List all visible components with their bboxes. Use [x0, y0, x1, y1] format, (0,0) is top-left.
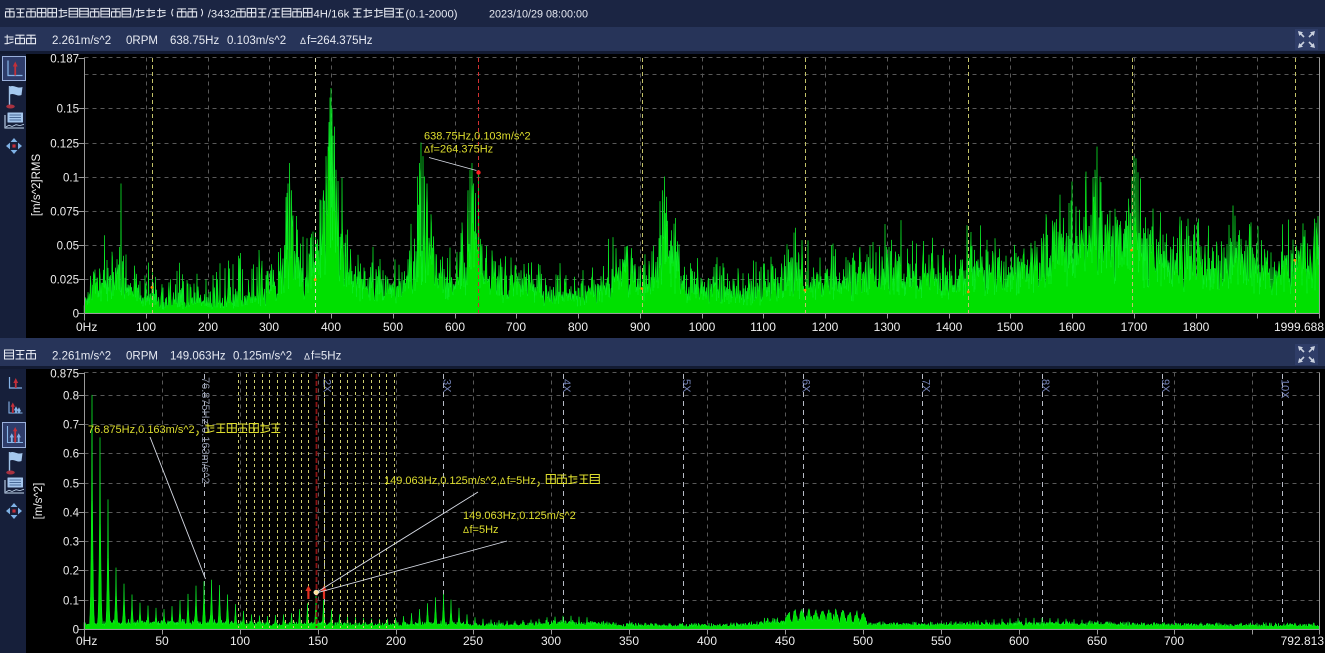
svg-text:76.875Hz,0.163m/s^2: 76.875Hz,0.163m/s^2	[199, 377, 211, 484]
svg-text:1200: 1200	[812, 320, 839, 334]
svg-text:9X: 9X	[1159, 379, 1171, 393]
svg-text:1400: 1400	[936, 320, 963, 334]
svg-text:f=264.375Hz: f=264.375Hz	[307, 35, 373, 47]
svg-text:1300: 1300	[874, 320, 901, 334]
svg-text:400: 400	[321, 320, 341, 334]
svg-text:1500: 1500	[997, 320, 1024, 334]
svg-text:200: 200	[386, 634, 406, 648]
svg-text:2.261m/s^2: 2.261m/s^2	[52, 351, 111, 363]
svg-text:1700: 1700	[1121, 320, 1148, 334]
svg-text:Δ: Δ	[500, 476, 506, 486]
svg-text:638.75Hz,0.103m/s^2: 638.75Hz,0.103m/s^2	[424, 131, 531, 143]
svg-text:1999.688: 1999.688	[1274, 320, 1324, 334]
svg-text:7X: 7X	[919, 379, 931, 393]
svg-text:Δ: Δ	[300, 36, 306, 46]
svg-text:0Hz: 0Hz	[76, 634, 97, 648]
svg-text:0.075: 0.075	[50, 207, 79, 219]
svg-text:0.2: 0.2	[63, 566, 79, 578]
svg-text:0: 0	[73, 309, 79, 321]
svg-text:900: 900	[630, 320, 650, 334]
svg-text:f=5Hz: f=5Hz	[470, 524, 499, 536]
svg-text:(0.1-2000): (0.1-2000)	[405, 9, 457, 21]
svg-text:Δ: Δ	[304, 352, 310, 362]
svg-text:0.8: 0.8	[63, 391, 79, 403]
svg-text:1600: 1600	[1059, 320, 1086, 334]
svg-text:550: 550	[931, 634, 951, 648]
svg-text:0.1: 0.1	[63, 173, 79, 185]
svg-text:2.261m/s^2: 2.261m/s^2	[52, 35, 111, 47]
svg-text:700: 700	[506, 320, 526, 334]
svg-text:f=5Hz: f=5Hz	[311, 351, 342, 363]
svg-text:4X: 4X	[560, 379, 572, 393]
svg-text:700: 700	[1164, 634, 1184, 648]
svg-text:650: 650	[1087, 634, 1107, 648]
svg-text:450: 450	[775, 634, 795, 648]
svg-text:0.103m/s^2: 0.103m/s^2	[227, 35, 286, 47]
svg-text:200: 200	[198, 320, 218, 334]
svg-text:1000: 1000	[689, 320, 716, 334]
svg-text:f=5Hz: f=5Hz	[507, 475, 536, 487]
svg-text:600: 600	[445, 320, 465, 334]
svg-text:0.05: 0.05	[57, 241, 79, 253]
svg-text:0.125: 0.125	[50, 139, 79, 151]
svg-text:8X: 8X	[1039, 379, 1051, 393]
svg-text:0.875: 0.875	[50, 369, 79, 381]
svg-text:0.1: 0.1	[63, 596, 79, 608]
svg-text:300: 300	[541, 634, 561, 648]
svg-text:50: 50	[155, 634, 169, 648]
svg-text:500: 500	[383, 320, 403, 334]
svg-text:0.3: 0.3	[63, 537, 79, 549]
svg-text:350: 350	[619, 634, 639, 648]
svg-text:300: 300	[259, 320, 279, 334]
svg-text:1100: 1100	[750, 320, 776, 334]
svg-text:792.813: 792.813	[1281, 634, 1325, 648]
svg-text:6X: 6X	[800, 379, 812, 393]
svg-text:149.063Hz,0.125m/s^2: 149.063Hz,0.125m/s^2	[463, 510, 576, 522]
svg-text:100: 100	[136, 320, 156, 334]
svg-text:[m/s^2]RMS: [m/s^2]RMS	[31, 154, 43, 217]
svg-text:0.6: 0.6	[63, 449, 79, 461]
svg-text:/3432: /3432	[208, 9, 236, 21]
svg-text:0.15: 0.15	[57, 104, 79, 116]
svg-text:0.187: 0.187	[50, 54, 79, 66]
svg-text:2X: 2X	[321, 379, 333, 393]
svg-text:0RPM: 0RPM	[126, 35, 158, 47]
svg-text:76.875Hz,0.163m/s^2: 76.875Hz,0.163m/s^2	[88, 424, 195, 436]
svg-text:638.75Hz: 638.75Hz	[170, 35, 219, 47]
svg-text:400: 400	[697, 634, 717, 648]
svg-text:5X: 5X	[680, 379, 692, 393]
svg-text:f=264.375Hz: f=264.375Hz	[431, 144, 494, 156]
svg-text:0.4: 0.4	[63, 508, 80, 520]
svg-text:[m/s^2]: [m/s^2]	[33, 483, 45, 520]
svg-text:0.025: 0.025	[50, 275, 79, 287]
svg-text:1800: 1800	[1183, 320, 1210, 334]
svg-text:2023/10/29 08:00:00: 2023/10/29 08:00:00	[489, 9, 588, 21]
svg-text:150: 150	[308, 634, 328, 648]
svg-text:250: 250	[463, 634, 483, 648]
svg-text:600: 600	[1009, 634, 1029, 648]
svg-text:0.7: 0.7	[63, 420, 79, 432]
svg-text:0.5: 0.5	[63, 479, 79, 491]
svg-text:Δ: Δ	[463, 525, 469, 535]
svg-text:149.063Hz,0.125m/s^2,: 149.063Hz,0.125m/s^2,	[384, 475, 500, 487]
svg-text:3X: 3X	[440, 379, 452, 393]
svg-text:100: 100	[230, 634, 250, 648]
svg-text:0RPM: 0RPM	[126, 351, 158, 363]
svg-text:4H/16k: 4H/16k	[314, 9, 350, 21]
svg-text:0Hz: 0Hz	[76, 320, 97, 334]
svg-text:10X: 10X	[1279, 379, 1291, 399]
svg-text:800: 800	[568, 320, 588, 334]
svg-text:0.125m/s^2: 0.125m/s^2	[233, 351, 292, 363]
svg-text:500: 500	[853, 634, 873, 648]
svg-text:149.063Hz: 149.063Hz	[170, 351, 226, 363]
svg-text:Δ: Δ	[424, 145, 430, 155]
